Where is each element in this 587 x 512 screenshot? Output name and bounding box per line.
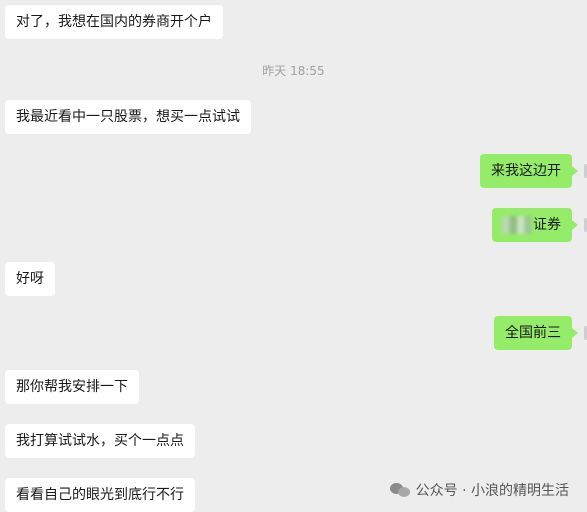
incoming-message[interactable]: 对了，我想在国内的券商开个户 [5,5,223,39]
incoming-message[interactable]: 我打算试试水，买个一点点 [5,424,195,458]
wechat-bubbles-icon [389,482,410,498]
outgoing-message[interactable]: 全国前三 [494,316,578,350]
outgoing-message-text: 证券 [533,217,561,233]
incoming-message[interactable]: 那你帮我安排一下 [5,370,139,404]
incoming-message[interactable]: 好呀 [5,262,55,296]
watermark-text: 公众号 · 小浪的精明生活 [415,483,569,499]
outgoing-message[interactable]: 来我这边开 [480,154,578,188]
watermark: 公众号 · 小浪的精明生活 [389,480,569,500]
message-timestamp: 昨天 18:55 [262,64,325,78]
incoming-message[interactable]: 看看自己的眼光到底行不行 [5,478,195,512]
chat-area: 对了，我想在国内的券商开个户 昨天 18:55 我最近看中一只股票，想买一点试试… [0,0,587,512]
outgoing-message[interactable]: 证券 [492,208,578,242]
incoming-message[interactable]: 我最近看中一只股票，想买一点试试 [5,100,251,134]
blurred-redaction [502,216,532,234]
